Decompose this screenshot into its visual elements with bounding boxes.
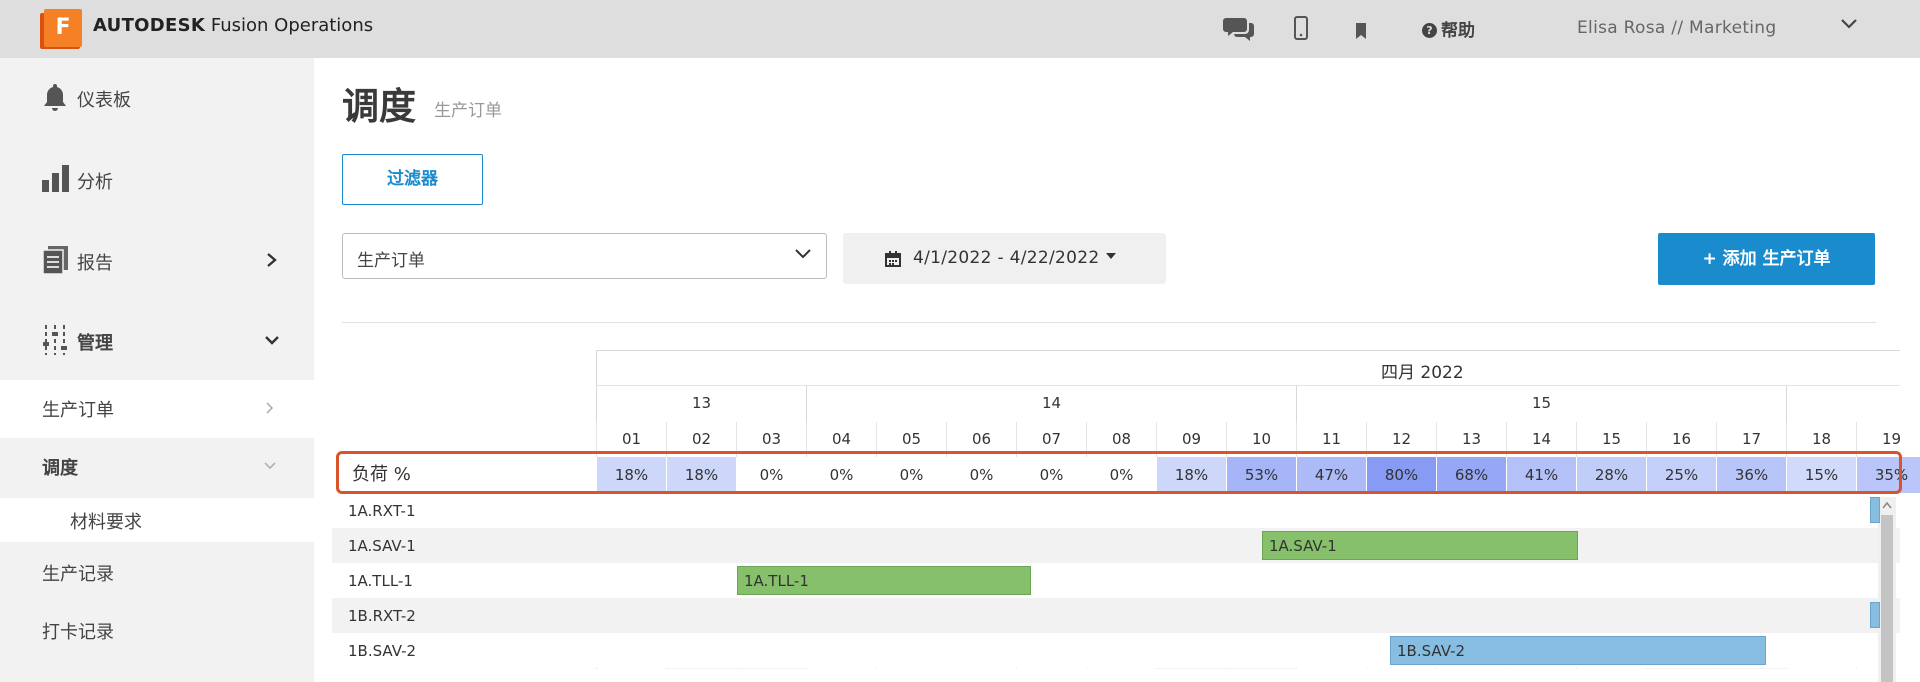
table-row [332, 528, 1900, 563]
month-header: 四月 2022 [596, 350, 1900, 386]
row-label[interactable]: 1A.TLL-1 [348, 572, 413, 590]
gantt-bar-partial[interactable] [1870, 497, 1880, 523]
week-header: 14 [806, 386, 1296, 422]
table-row [332, 493, 1900, 528]
gantt-bar[interactable]: 1A.SAV-1 [1262, 531, 1578, 560]
schedule-gantt: 四月 2022 13 14 15 01 02 03 04 05 06 07 08 09 10 11 12 1… [0, 0, 1920, 682]
gantt-bar[interactable]: 1B.SAV-2 [1390, 636, 1766, 665]
load-row-highlight [336, 451, 1902, 494]
table-row [332, 598, 1900, 633]
week-header: 13 [596, 386, 806, 422]
row-label[interactable]: 1A.RXT-1 [348, 502, 416, 520]
row-label[interactable]: 1B.SAV-2 [348, 642, 416, 660]
month-label: 四月 2022 [1381, 363, 1464, 383]
row-label[interactable]: 1B.RXT-2 [348, 607, 416, 625]
gantt-bar-partial[interactable] [1870, 602, 1880, 628]
scrollbar-thumb[interactable] [1881, 515, 1893, 682]
table-row [332, 563, 1900, 598]
row-label[interactable]: 1A.SAV-1 [348, 537, 416, 555]
week-header: 15 [1296, 386, 1786, 422]
week-header [1786, 386, 1920, 422]
gantt-bar[interactable]: 1A.TLL-1 [737, 566, 1031, 595]
vertical-scrollbar[interactable] [1878, 497, 1896, 682]
scroll-up-icon[interactable] [1882, 501, 1892, 509]
